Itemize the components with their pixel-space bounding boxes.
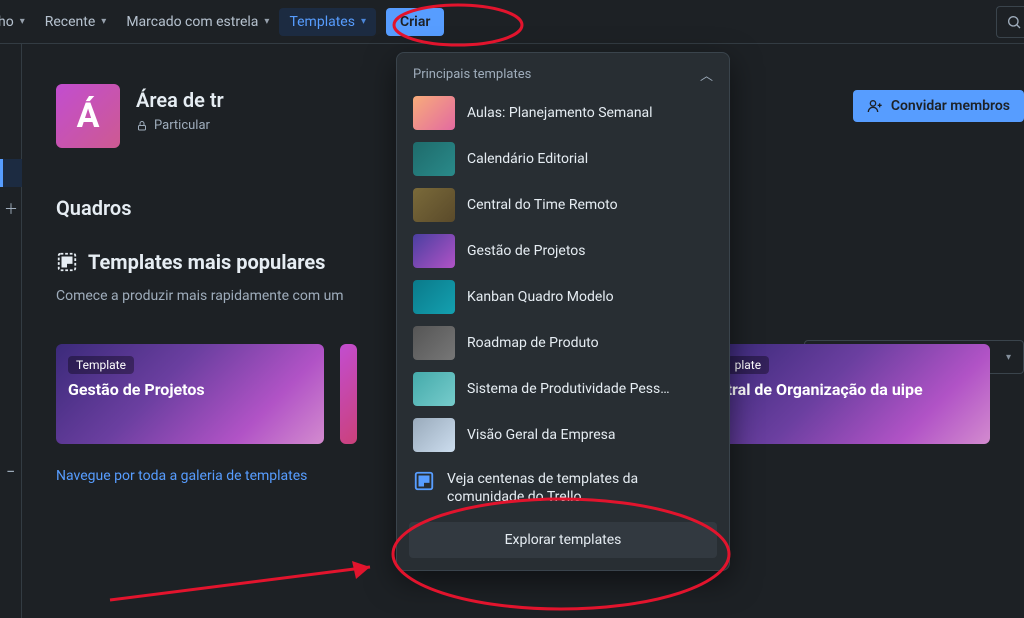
left-sidebar: ＋ −: [0, 44, 22, 618]
workspace-privacy: Particular: [136, 118, 224, 133]
sidebar-collapse-button[interactable]: −: [6, 462, 15, 481]
chevron-down-icon: ▾: [20, 16, 25, 27]
template-item-label: Calendário Editorial: [467, 151, 588, 167]
popular-templates-label: Templates mais populares: [88, 250, 325, 274]
top-navbar: ho ▾ Recente ▾ Marcado com estrela ▾ Tem…: [0, 0, 1024, 44]
create-button[interactable]: Criar: [386, 8, 444, 36]
template-item-aulas[interactable]: Aulas: Planejamento Semanal: [407, 90, 719, 136]
nav-recent[interactable]: Recente ▾: [35, 8, 117, 36]
dropdown-footer-text: Veja centenas de templates da comunidade…: [447, 470, 713, 506]
template-badge: Template: [68, 356, 134, 374]
template-card-partial[interactable]: [340, 344, 357, 444]
template-item-label: Central do Time Remoto: [467, 197, 618, 213]
workspace-info: Área de tr Particular: [136, 84, 224, 133]
template-item-label: Gestão de Projetos: [467, 243, 585, 259]
create-button-label: Criar: [400, 14, 430, 30]
nav-recent-label: Recente: [45, 14, 96, 30]
template-badge: plate: [727, 356, 769, 374]
template-thumb: [413, 280, 455, 314]
explore-templates-label: Explorar templates: [505, 532, 622, 548]
template-item-label: Kanban Quadro Modelo: [467, 289, 614, 305]
template-card-name: tral de Organização da uipe: [723, 380, 978, 399]
template-thumb: [413, 188, 455, 222]
invite-members-button[interactable]: Convidar membros: [853, 90, 1024, 122]
chevron-down-icon: ▾: [361, 16, 366, 27]
template-icon: [56, 251, 78, 273]
dropdown-header-label: Principais templates: [413, 67, 531, 82]
templates-dropdown: Principais templates ︿ Aulas: Planejamen…: [396, 52, 730, 571]
template-thumb: [413, 234, 455, 268]
template-card[interactable]: Template Gestão de Projetos: [56, 344, 324, 444]
nav-templates[interactable]: Templates ▾: [279, 8, 376, 36]
user-add-icon: [867, 98, 883, 114]
dropdown-header: Principais templates ︿: [397, 53, 729, 90]
template-item-gestao-projetos[interactable]: Gestão de Projetos: [407, 228, 719, 274]
template-item-label: Sistema de Produtividade Pess…: [467, 381, 670, 397]
lock-icon: [136, 120, 148, 132]
explore-templates-button[interactable]: Explorar templates: [409, 522, 717, 558]
nav-templates-label: Templates: [289, 14, 355, 30]
sidebar-active-item[interactable]: [0, 159, 22, 187]
workspace-avatar: Á: [56, 84, 120, 148]
workspace-title: Área de tr: [136, 88, 224, 112]
template-item-label: Aulas: Planejamento Semanal: [467, 105, 653, 121]
workspace-avatar-letter: Á: [77, 96, 100, 136]
workspace-privacy-label: Particular: [154, 118, 210, 133]
chevron-down-icon: ▾: [101, 16, 106, 27]
chevron-down-icon: ▾: [1006, 352, 1011, 363]
template-item-roadmap[interactable]: Roadmap de Produto: [407, 320, 719, 366]
sidebar-add-button[interactable]: ＋: [4, 199, 18, 219]
template-item-label: Roadmap de Produto: [467, 335, 599, 351]
template-card[interactable]: plate tral de Organização da uipe: [723, 344, 990, 444]
dropdown-footer: Veja centenas de templates da comunidade…: [397, 458, 729, 512]
template-thumb: [413, 418, 455, 452]
template-thumb: [413, 372, 455, 406]
template-item-visao-geral[interactable]: Visão Geral da Empresa: [407, 412, 719, 458]
template-item-central-time[interactable]: Central do Time Remoto: [407, 182, 719, 228]
nav-starred-label: Marcado com estrela: [126, 14, 258, 30]
nav-workspaces-label: ho: [0, 14, 14, 30]
search-input[interactable]: [996, 6, 1024, 38]
template-item-kanban[interactable]: Kanban Quadro Modelo: [407, 274, 719, 320]
chevron-up-icon[interactable]: ︿: [700, 65, 713, 84]
template-card-name: Gestão de Projetos: [68, 380, 312, 399]
invite-members-label: Convidar membros: [891, 98, 1010, 114]
dropdown-list: Aulas: Planejamento Semanal Calendário E…: [397, 90, 729, 458]
template-item-label: Visão Geral da Empresa: [467, 427, 616, 443]
template-icon: [413, 470, 435, 492]
template-thumb: [413, 96, 455, 130]
template-item-produtividade[interactable]: Sistema de Produtividade Pess…: [407, 366, 719, 412]
chevron-down-icon: ▾: [264, 16, 269, 27]
template-thumb: [413, 326, 455, 360]
search-icon: [1006, 14, 1022, 30]
nav-starred[interactable]: Marcado com estrela ▾: [116, 8, 279, 36]
nav-workspaces[interactable]: ho ▾: [0, 8, 35, 36]
template-item-calendario[interactable]: Calendário Editorial: [407, 136, 719, 182]
template-thumb: [413, 142, 455, 176]
